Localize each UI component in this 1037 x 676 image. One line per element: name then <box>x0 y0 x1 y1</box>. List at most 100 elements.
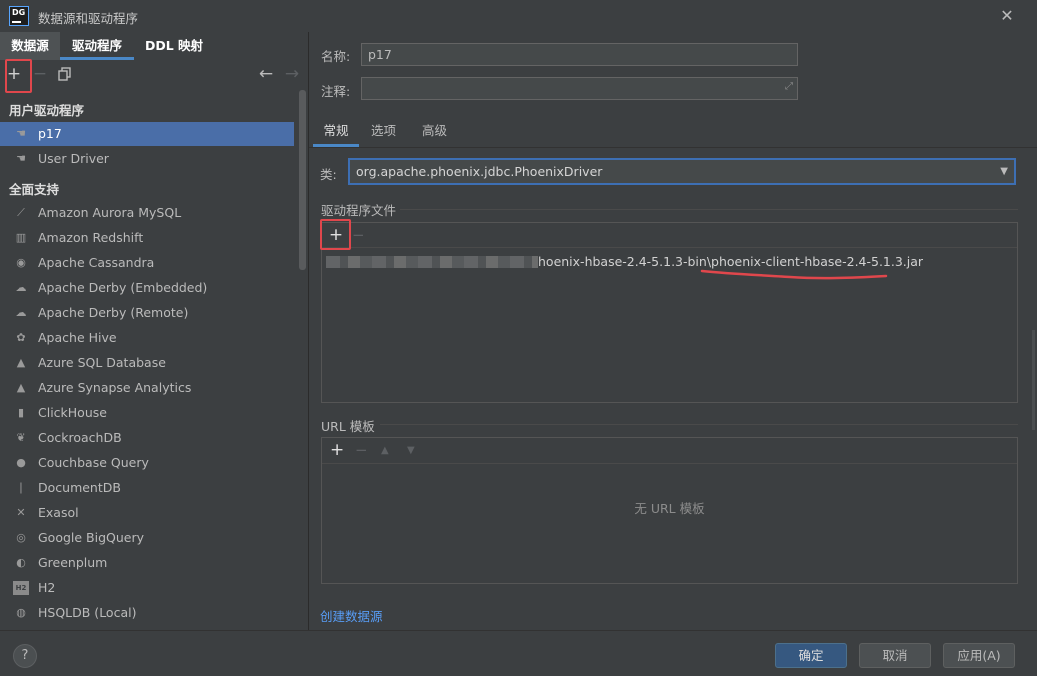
highlight-box <box>5 59 32 93</box>
move-down-icon[interactable]: ▼ <box>407 438 415 463</box>
tab-drivers[interactable]: 驱动程序 <box>60 32 134 60</box>
move-up-icon[interactable]: ▲ <box>381 438 389 463</box>
driver-list-item-label: DocumentDB <box>38 480 121 495</box>
couchbase-icon: ● <box>16 456 26 469</box>
cancel-button[interactable]: 取消 <box>859 643 931 668</box>
driver-list-item-label: Azure SQL Database <box>38 355 166 370</box>
panel-divider[interactable] <box>308 32 309 630</box>
driver-list-item-label: HSQLDB (Local) <box>38 605 137 620</box>
driver-icon: ☚ <box>16 152 26 165</box>
tab-options[interactable]: 选项 <box>371 119 396 147</box>
red-underline-annotation <box>700 269 888 280</box>
driver-list-item-label: Exasol <box>38 505 79 520</box>
url-toolbar: + − ▲ ▼ <box>322 438 1017 464</box>
azure-icon: ▲ <box>16 381 26 394</box>
comment-field[interactable]: ⤢ <box>361 77 798 100</box>
driver-files-heading: 驱动程序文件 <box>321 203 397 218</box>
remove-url-button[interactable]: − <box>355 438 368 463</box>
driver-list-item-label: Couchbase Query <box>38 455 149 470</box>
driver-class-value: org.apache.phoenix.jdbc.PhoenixDriver <box>356 164 603 179</box>
driver-list-item-label: Apache Cassandra <box>38 255 155 270</box>
driver-list-item-label: Greenplum <box>38 555 108 570</box>
remove-file-button[interactable]: − <box>352 223 365 247</box>
close-icon[interactable]: ✕ <box>997 6 1017 26</box>
driver-list-item[interactable]: H2 H2 <box>0 576 294 600</box>
hsqldb-icon: ◍ <box>16 606 26 619</box>
comment-label: 注释: <box>321 84 351 99</box>
driver-list-item[interactable]: ▮ ClickHouse <box>0 401 294 425</box>
driver-files-list: + − hoenix-hbase-2.4-5.1.3-bin\phoenix-c… <box>321 222 1018 403</box>
url-empty-text: 无 URL 模板 <box>634 501 705 516</box>
url-templates-list: + − ▲ ▼ 无 URL 模板 <box>321 437 1018 584</box>
driver-list-item-label: Google BigQuery <box>38 530 145 545</box>
add-url-button[interactable]: + <box>330 438 344 463</box>
driver-list-item-label: CockroachDB <box>38 430 122 445</box>
name-field[interactable]: p17 <box>361 43 798 66</box>
greenplum-icon: ◐ <box>16 556 26 569</box>
driver-list-item[interactable]: ◍ HSQLDB (Local) <box>0 601 294 625</box>
driver-list-item-label: Amazon Redshift <box>38 230 144 245</box>
aurora-icon: ⟋ <box>17 206 25 219</box>
files-toolbar: + − <box>322 223 1017 248</box>
logo-text: DG <box>12 8 26 17</box>
derby-icon: ☁ <box>15 306 27 319</box>
documentdb-icon: ❘ <box>16 481 26 494</box>
driver-list-item[interactable]: ◐ Greenplum <box>0 551 294 575</box>
datagrip-logo-icon: DG <box>9 6 29 26</box>
back-arrow-icon[interactable]: ← <box>255 60 277 88</box>
url-templates-heading: URL 模板 <box>321 419 375 434</box>
drivers-toolbar: + − ← → <box>0 60 308 88</box>
driver-list-item-label: p17 <box>38 126 62 141</box>
driver-list-item[interactable]: ▲ Azure Synapse Analytics <box>0 376 294 400</box>
tab-divider <box>309 147 1037 148</box>
tab-general[interactable]: 常规 <box>313 119 359 147</box>
driver-list-item[interactable]: ☁ Apache Derby (Remote) <box>0 301 294 325</box>
tab-data-sources[interactable]: 数据源 <box>0 32 60 60</box>
driver-list-item[interactable]: ✕ Exasol <box>0 501 294 525</box>
driver-list-item[interactable]: ● Couchbase Query <box>0 451 294 475</box>
driver-list-item-label: Azure Synapse Analytics <box>38 380 192 395</box>
driver-list-item[interactable]: ◉ Apache Cassandra <box>0 251 294 275</box>
driver-list-item-label: ClickHouse <box>38 405 107 420</box>
bigquery-icon: ◎ <box>16 531 26 544</box>
driver-list-item[interactable]: ❦ CockroachDB <box>0 426 294 450</box>
tab-ddl-mappings[interactable]: DDL 映射 <box>134 32 214 60</box>
highlight-box <box>320 219 351 250</box>
driver-list-item[interactable]: ▥ Amazon Redshift <box>0 226 294 250</box>
driver-list-item-label: H2 <box>38 580 56 595</box>
tab-advanced[interactable]: 高级 <box>422 119 447 147</box>
driver-list-item[interactable]: ✿ Apache Hive <box>0 326 294 350</box>
help-button[interactable]: ? <box>13 644 37 668</box>
remove-driver-button[interactable]: − <box>29 60 51 88</box>
driver-list-item[interactable]: ❘ DocumentDB <box>0 476 294 500</box>
cockroach-icon: ❦ <box>16 431 26 444</box>
redacted-path <box>326 256 538 268</box>
driver-list-item[interactable]: ☚ User Driver <box>0 147 294 171</box>
driver-icon: ☚ <box>16 127 26 140</box>
chevron-down-icon[interactable]: ▼ <box>1000 160 1008 183</box>
expand-icon[interactable]: ⤢ <box>785 81 793 92</box>
driver-list-item[interactable]: ⟋ Amazon Aurora MySQL <box>0 201 294 225</box>
driver-list-item[interactable]: ☚ p17 <box>0 122 294 146</box>
derby-icon: ☁ <box>15 281 27 294</box>
driver-file-row[interactable]: hoenix-hbase-2.4-5.1.3-bin\phoenix-clien… <box>322 252 1017 272</box>
driver-list-item-label: Apache Derby (Remote) <box>38 305 189 320</box>
ok-button[interactable]: 确定 <box>775 643 847 668</box>
apply-button[interactable]: 应用(A) <box>943 643 1015 668</box>
duplicate-icon[interactable] <box>54 60 76 88</box>
full-support-heading: 全面支持 <box>9 182 60 197</box>
driver-list-item[interactable]: ◎ Google BigQuery <box>0 526 294 550</box>
azure-icon: ▲ <box>16 356 26 369</box>
driver-class-select[interactable]: org.apache.phoenix.jdbc.PhoenixDriver ▼ <box>348 158 1016 185</box>
user-drivers-heading: 用户驱动程序 <box>9 103 85 118</box>
create-data-source-link[interactable]: 创建数据源 <box>320 606 383 625</box>
h2-icon: H2 <box>13 581 29 595</box>
driver-list-item[interactable]: ☁ Apache Derby (Embedded) <box>0 276 294 300</box>
driver-list-item[interactable]: ▲ Azure SQL Database <box>0 351 294 375</box>
cassandra-icon: ◉ <box>16 256 26 269</box>
driver-list-item-label: Apache Hive <box>38 330 117 345</box>
clickhouse-icon: ▮ <box>17 406 25 419</box>
left-scrollbar[interactable] <box>299 90 306 270</box>
right-scrollbar[interactable] <box>1032 330 1035 430</box>
forward-arrow-icon[interactable]: → <box>281 60 303 88</box>
